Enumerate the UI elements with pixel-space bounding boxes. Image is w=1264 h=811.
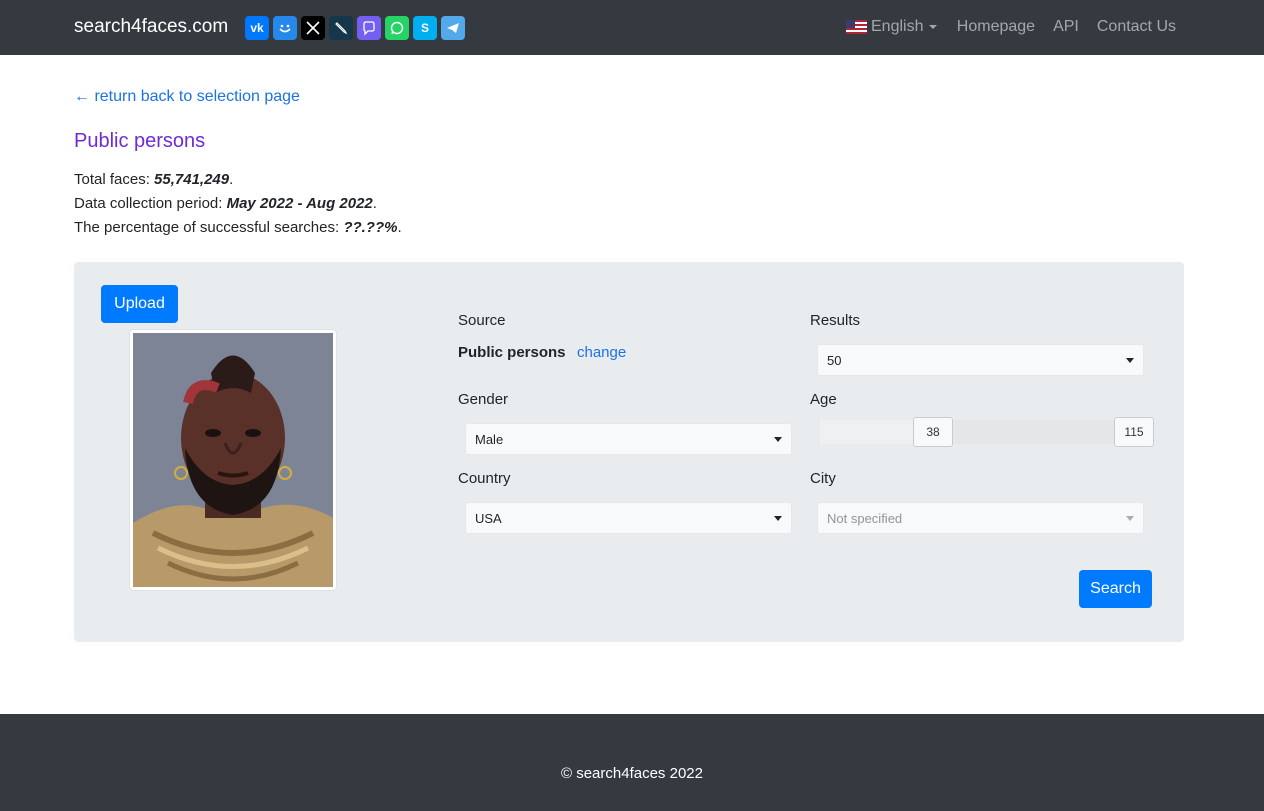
- nav-link-contact[interactable]: Contact Us: [1097, 18, 1176, 36]
- results-select-value: 50: [827, 352, 842, 368]
- face-photo-image: [133, 333, 333, 587]
- gender-select[interactable]: Male: [465, 423, 792, 455]
- brand-logo-link[interactable]: search4faces.com: [74, 16, 228, 38]
- chevron-down-icon: [1126, 515, 1134, 521]
- chevron-down-icon: [1126, 357, 1134, 363]
- vk-icon[interactable]: vk: [245, 16, 269, 40]
- age-max-handle[interactable]: 115: [1114, 417, 1154, 447]
- age-range-slider[interactable]: [820, 420, 1154, 444]
- back-link[interactable]: ← return back to selection page: [74, 88, 300, 106]
- search-button[interactable]: Search: [1079, 570, 1152, 608]
- nav-link-homepage[interactable]: Homepage: [957, 18, 1035, 36]
- change-source-link[interactable]: change: [577, 344, 626, 361]
- nav-link-api[interactable]: API: [1053, 18, 1079, 36]
- whatsapp-icon[interactable]: [385, 16, 409, 40]
- source-label: Source: [458, 312, 506, 329]
- country-select-value: USA: [475, 510, 502, 526]
- age-min-handle[interactable]: 38: [913, 417, 953, 447]
- city-select-value: Not specified: [827, 510, 903, 526]
- stat-total-faces: Total faces: 55,741,249.: [74, 171, 234, 188]
- gender-select-value: Male: [475, 431, 504, 447]
- us-flag-icon: [846, 20, 867, 34]
- country-label: Country: [458, 470, 511, 487]
- mymail-icon[interactable]: [273, 16, 297, 40]
- chevron-down-icon: [774, 436, 782, 442]
- results-select[interactable]: 50: [817, 344, 1144, 376]
- viber-icon[interactable]: [357, 16, 381, 40]
- nav-links: Homepage API Contact Us: [957, 18, 1176, 36]
- skype-icon[interactable]: S: [413, 16, 437, 40]
- x-icon[interactable]: [301, 16, 325, 40]
- city-select[interactable]: Not specified: [817, 502, 1144, 534]
- stat-period: Data collection period: May 2022 - Aug 2…: [74, 195, 377, 212]
- social-share-icons: vk S: [245, 16, 465, 40]
- language-dropdown[interactable]: English: [846, 18, 938, 36]
- city-label: City: [810, 470, 836, 487]
- chevron-down-icon: [774, 515, 782, 521]
- livejournal-icon[interactable]: [329, 16, 353, 40]
- footer: © search4faces 2022: [0, 714, 1264, 811]
- upload-button[interactable]: Upload: [101, 285, 178, 323]
- source-value: Public persons: [458, 344, 566, 361]
- results-label: Results: [810, 312, 861, 329]
- top-navbar: search4faces.com vk S English Homepage A…: [0, 0, 1264, 55]
- gender-label: Gender: [458, 391, 509, 408]
- language-label: English: [871, 18, 924, 35]
- database-stats: Total faces: 55,741,249. Data collection…: [74, 168, 402, 240]
- caret-down-icon: [929, 25, 938, 29]
- age-label: Age: [810, 391, 837, 408]
- copyright-text: © search4faces 2022: [561, 765, 703, 782]
- country-select[interactable]: USA: [465, 502, 792, 534]
- stat-success-rate: The percentage of successful searches: ?…: [74, 219, 402, 236]
- uploaded-photo: [129, 329, 337, 591]
- telegram-icon[interactable]: [441, 16, 465, 40]
- search-panel: Upload Source Public persons change Resu…: [74, 262, 1184, 642]
- page-title: Public persons: [74, 130, 206, 152]
